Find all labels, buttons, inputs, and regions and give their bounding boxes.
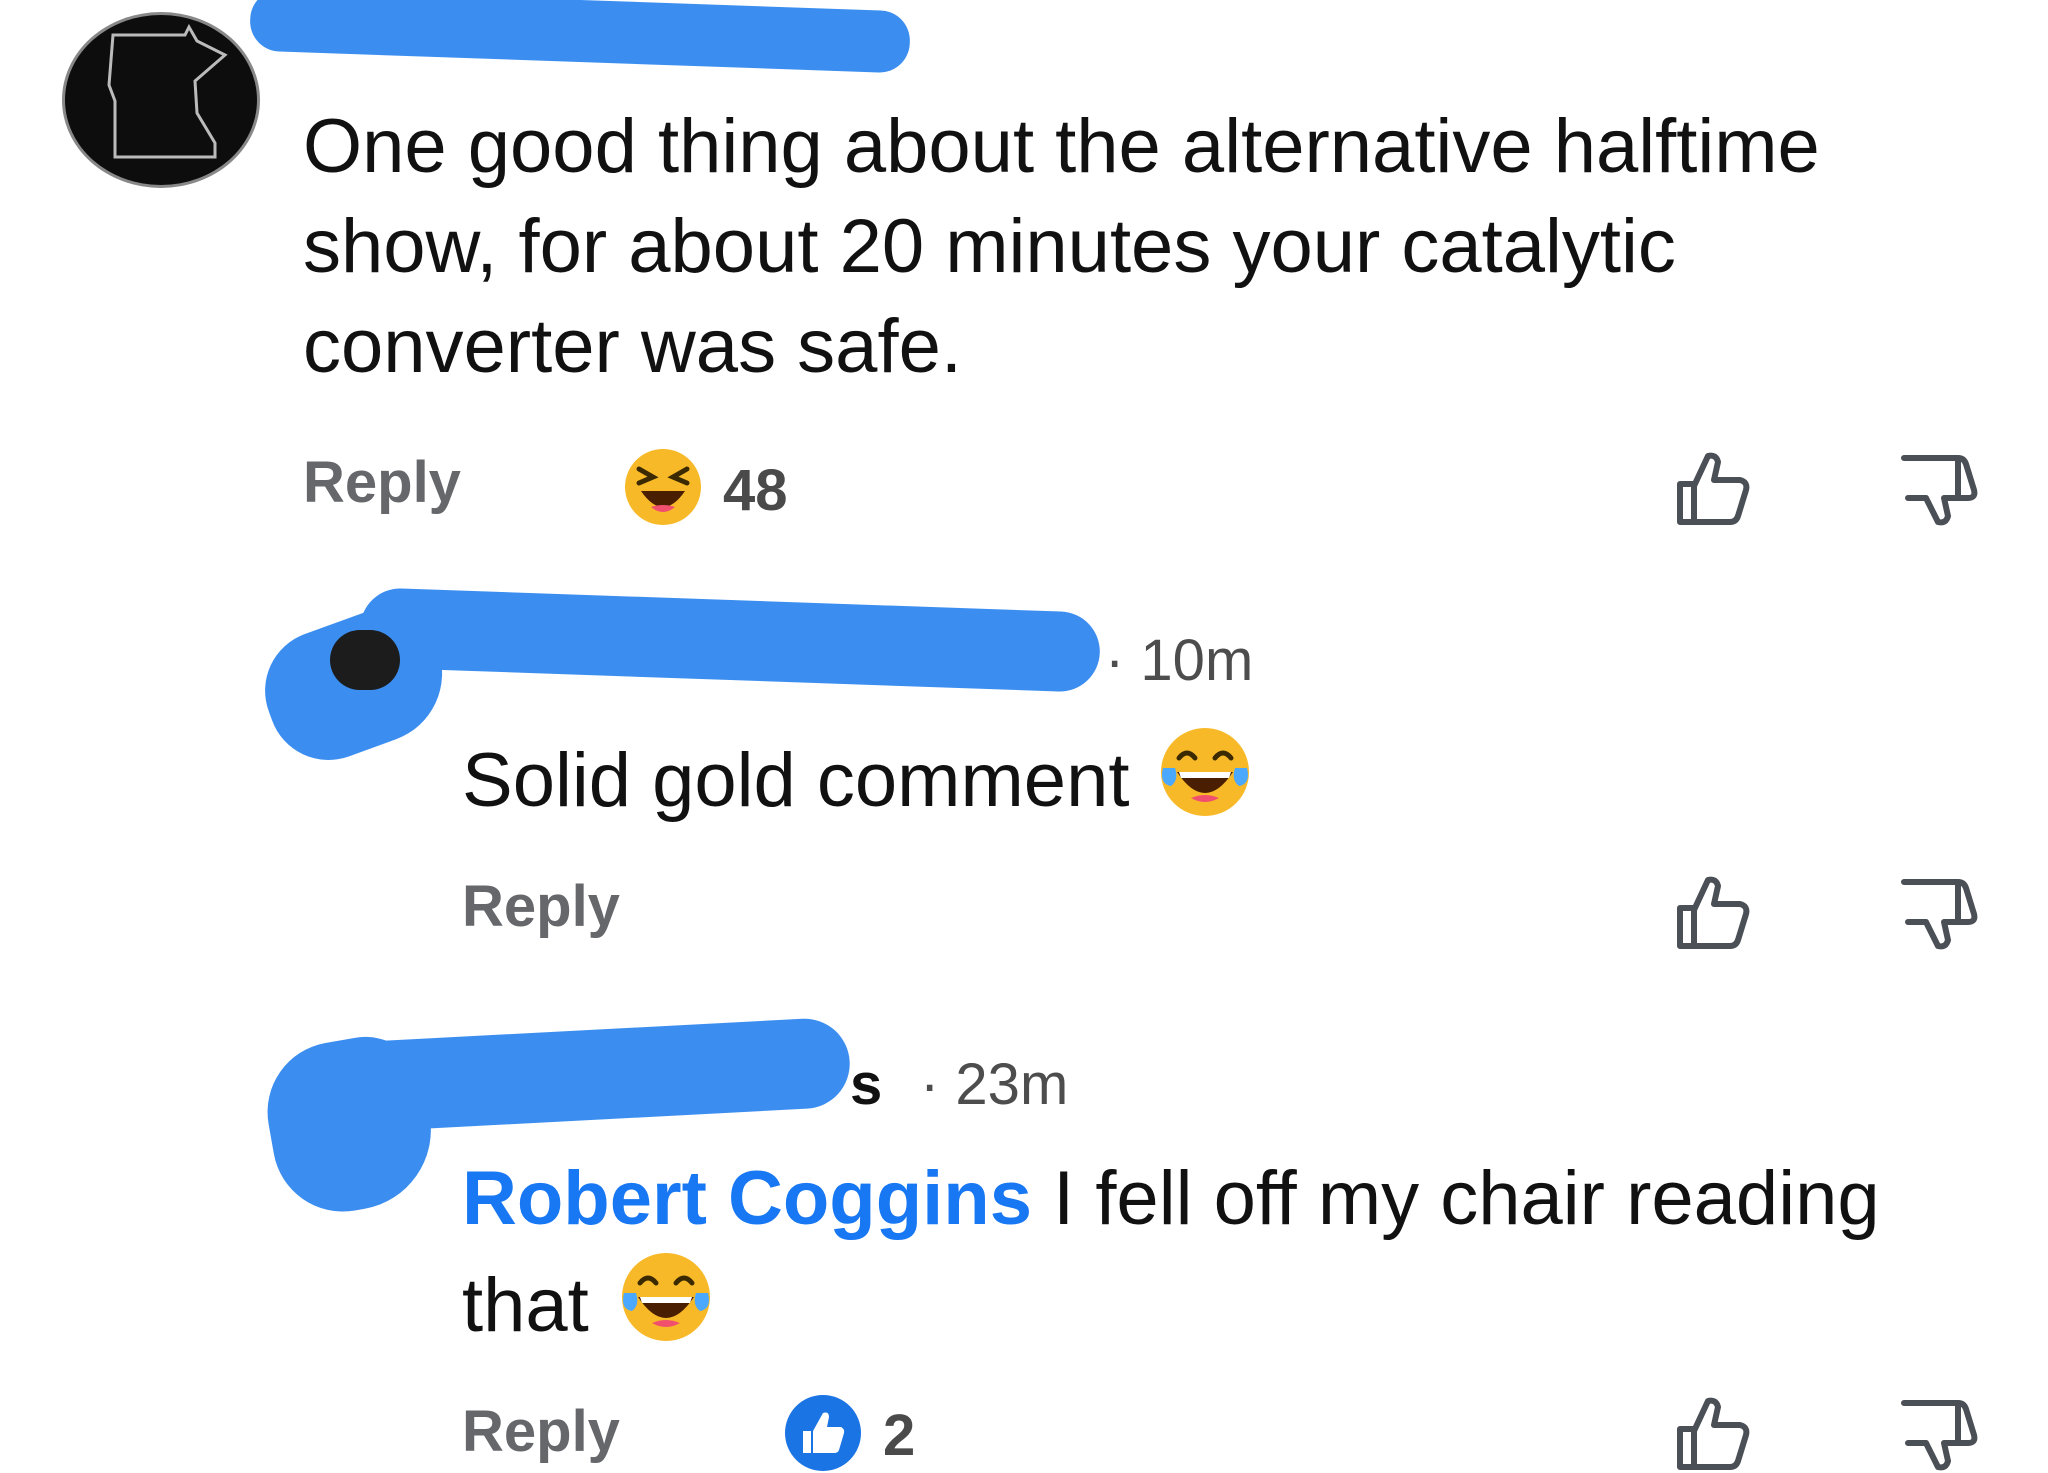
thumbs-down-icon[interactable] — [1900, 448, 1980, 528]
author-name[interactable]: s — [850, 1051, 882, 1118]
reply-button[interactable]: Reply — [303, 449, 461, 516]
redaction-mark — [328, 1016, 852, 1134]
mention-link[interactable]: Robert Coggins — [462, 1156, 1032, 1241]
comment-text: Robert Coggins I fell off my chair readi… — [462, 1149, 2022, 1356]
reaction-count[interactable]: 48 — [723, 457, 788, 524]
thumbs-up-icon[interactable] — [1672, 1393, 1752, 1473]
redaction-mark — [358, 587, 1102, 693]
comment-text: Solid gold comment — [462, 724, 1253, 831]
minnesota-outline-icon — [107, 23, 228, 159]
avatar[interactable] — [330, 630, 400, 690]
comment-text: One good thing about the alternative hal… — [303, 104, 1820, 389]
reaction-count[interactable]: 2 — [883, 1402, 915, 1469]
thumbs-down-icon[interactable] — [1900, 1393, 1980, 1473]
redaction-mark — [249, 0, 911, 74]
tears-of-joy-emoji — [618, 1249, 714, 1345]
timestamp[interactable]: · 10m — [1105, 627, 1253, 694]
comment-body: Solid gold comment — [462, 738, 1130, 823]
reply-button[interactable]: Reply — [462, 873, 620, 940]
thumbs-up-icon[interactable] — [1672, 448, 1752, 528]
thumbs-down-icon[interactable] — [1900, 872, 1980, 952]
tears-of-joy-emoji — [1157, 724, 1253, 820]
timestamp[interactable]: · 23m — [920, 1051, 1068, 1118]
reply-button[interactable]: Reply — [462, 1398, 620, 1465]
avatar[interactable] — [62, 12, 260, 188]
thumbs-up-icon[interactable] — [1672, 872, 1752, 952]
like-badge-icon — [783, 1393, 863, 1473]
laughing-squint-emoji — [623, 447, 703, 527]
